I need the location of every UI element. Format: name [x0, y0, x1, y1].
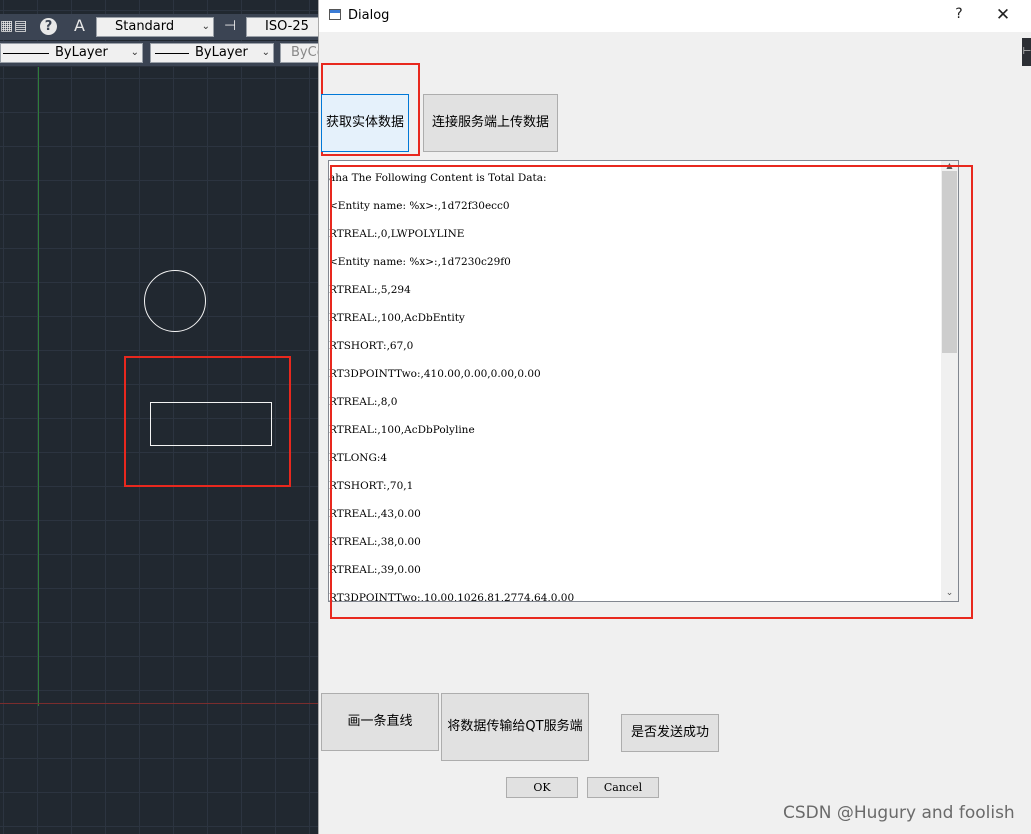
close-button[interactable]: ✕: [991, 5, 1015, 27]
plotstyle-value: ByCo: [291, 45, 320, 60]
dimension-style-icon[interactable]: ⊣: [224, 14, 236, 38]
linetype-select[interactable]: ByLayer ⌄: [0, 43, 143, 63]
cancel-button[interactable]: Cancel: [587, 777, 659, 798]
lineweight-sample: [155, 53, 189, 54]
table-icon[interactable]: ▦: [0, 14, 13, 38]
cad-toolbar-styles: ▦ ▤ ? A Standard ⌄ ⊣ ISO-25: [0, 14, 320, 40]
linetype-value: ByLayer: [55, 45, 108, 60]
connect-upload-button[interactable]: 连接服务端上传数据: [423, 94, 558, 152]
highlight-box-text-area: [330, 165, 973, 619]
help-icon[interactable]: ?: [40, 14, 57, 38]
cad-toolbar-properties: ByLayer ⌄ ByLayer ⌄ ByCo: [0, 41, 320, 67]
draw-line-button[interactable]: 画一条直线: [321, 693, 439, 751]
cad-drawing-area[interactable]: ▦ ▤ ? A Standard ⌄ ⊣ ISO-25 ByLayer ⌄ By…: [0, 0, 320, 834]
chevron-down-icon: ⌄: [201, 21, 210, 32]
calculator-icon[interactable]: ▤: [14, 14, 27, 38]
send-to-qt-button[interactable]: 将数据传输给QT服务端: [441, 693, 589, 761]
x-axis-line: [0, 703, 320, 704]
text-style-value: Standard: [115, 19, 175, 34]
get-entity-data-button[interactable]: 获取实体数据: [321, 94, 409, 152]
title-bar[interactable]: Dialog ? ✕: [319, 0, 1031, 32]
lineweight-value: ByLayer: [195, 45, 248, 60]
check-success-button[interactable]: 是否发送成功: [621, 714, 719, 752]
window-icon: [329, 9, 341, 20]
dim-style-select[interactable]: ISO-25: [246, 17, 320, 37]
plotstyle-select[interactable]: ByCo: [280, 43, 320, 63]
highlight-box-rectangle: [124, 356, 291, 487]
window-title: Dialog: [348, 8, 390, 23]
dim-style-value: ISO-25: [265, 19, 309, 34]
circle-entity[interactable]: [144, 270, 206, 332]
y-axis-line: [38, 66, 39, 706]
text-style-icon[interactable]: A: [74, 14, 85, 38]
dialog-window: Dialog ? ✕ ⊢ 获取实体数据 连接服务端上传数据 aha The Fo…: [318, 0, 1031, 834]
watermark: CSDN @Hugury and foolish: [783, 803, 1015, 823]
help-button[interactable]: ?: [947, 6, 971, 26]
text-style-select[interactable]: Standard ⌄: [96, 17, 214, 37]
ok-button[interactable]: OK: [506, 777, 578, 798]
chevron-down-icon: ⌄: [261, 47, 270, 58]
lineweight-select[interactable]: ByLayer ⌄: [150, 43, 274, 63]
linetype-sample: [3, 53, 49, 54]
chevron-down-icon: ⌄: [130, 47, 139, 58]
pin-icon: ⊢: [1022, 38, 1031, 66]
